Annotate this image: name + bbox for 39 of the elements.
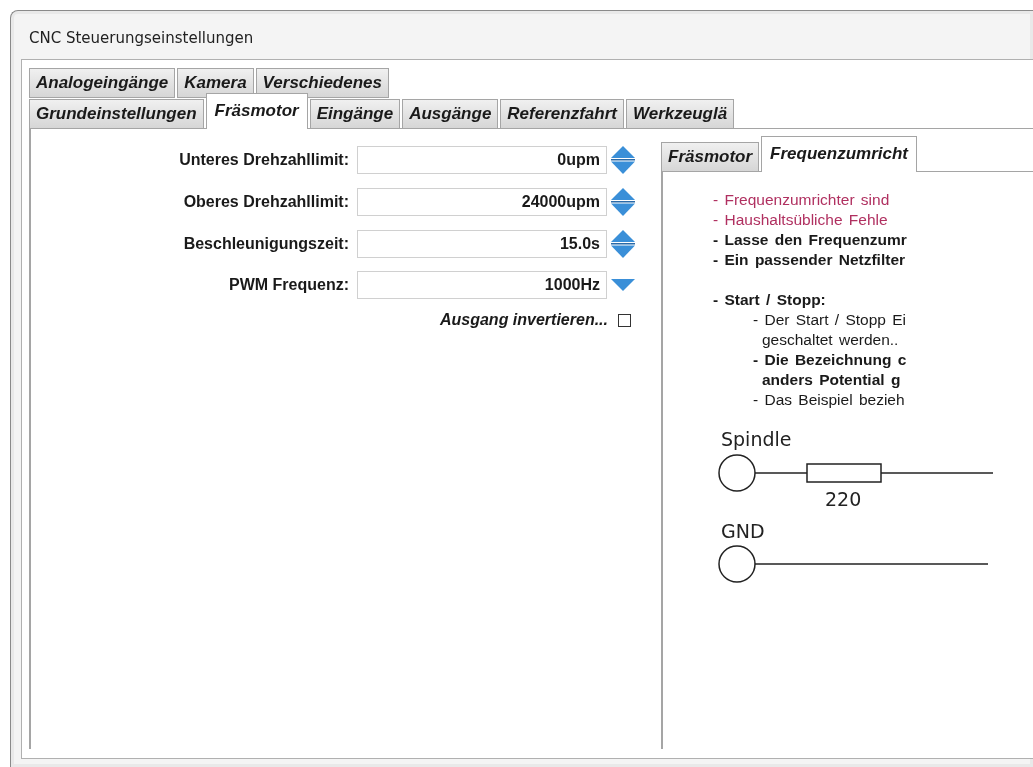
value-field[interactable]: 24000upm <box>357 188 607 216</box>
tab[interactable]: Grundeinstellungen <box>29 99 204 129</box>
note-text: anders Potential g <box>761 370 902 390</box>
tab[interactable]: Ausgänge <box>402 99 499 129</box>
dropdown-arrow-icon[interactable] <box>610 278 636 292</box>
resistor-value: 220 <box>825 488 862 510</box>
tab[interactable]: Referenzfahrt <box>500 99 624 129</box>
spin-arrows-icon[interactable] <box>610 187 636 217</box>
note-text: - Der Start / Stopp Ei <box>753 310 907 330</box>
value-field[interactable]: 0upm <box>357 146 607 174</box>
checkbox[interactable] <box>618 313 631 327</box>
checkbox-label: Ausgang invertieren... <box>439 311 608 329</box>
note-text: - Das Beispiel bezieh <box>753 390 906 410</box>
note-text: - Haushaltsübliche Fehle <box>713 210 889 230</box>
setting-label: Beschleunigungszeit: <box>182 235 350 253</box>
tab[interactable]: Werkzeuglä <box>625 99 735 129</box>
tab[interactable]: Verschiedenes <box>255 68 389 98</box>
note-text: - Ein passender Netzfilter <box>713 250 907 270</box>
value-field[interactable]: 1000Hz <box>357 271 607 299</box>
tab[interactable]: Kamera <box>177 68 254 98</box>
setting-label: Oberes Drehzahllimit: <box>182 193 350 211</box>
note-text: - Die Bezeichnung c <box>753 350 908 370</box>
window-title: CNC Steuerungseinstellungen <box>28 28 255 49</box>
tab[interactable]: Analogeingänge <box>29 68 176 98</box>
spin-arrows-icon[interactable] <box>610 145 636 175</box>
note-text: - Start / Stopp: <box>713 290 827 310</box>
spin-arrows-icon[interactable] <box>610 229 636 259</box>
tab[interactable]: Eingänge <box>309 99 401 129</box>
setting-label: Unteres Drehzahllimit: <box>178 151 350 169</box>
note-text: - Lasse den Frequenzumr <box>713 230 908 250</box>
value-field[interactable]: 15.0s <box>357 230 607 258</box>
tab[interactable]: Fräsmotor <box>661 142 760 172</box>
tab[interactable]: Frequenzumricht <box>761 136 917 172</box>
terminal-label: Spindle <box>721 428 792 450</box>
note-text: geschaltet werden.. <box>761 330 900 350</box>
setting-label: PWM Frequenz: <box>228 276 350 294</box>
tab[interactable]: Fräsmotor <box>205 93 308 129</box>
terminal-label: GND <box>721 520 765 542</box>
note-text: - Frequenzumrichter sind <box>713 190 891 210</box>
